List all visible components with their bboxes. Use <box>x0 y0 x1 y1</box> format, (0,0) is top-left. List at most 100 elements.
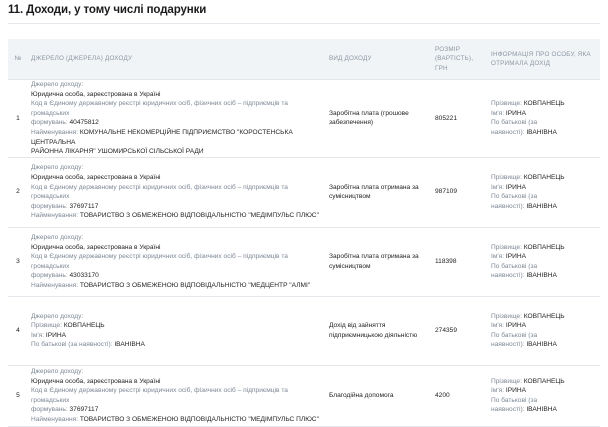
table-row: 4 Джерело доходу: Прізвище: КОВПАНЕЦЬ Ім… <box>8 296 600 366</box>
header-amount-l1: Розмір <box>435 45 461 53</box>
header-amount-l2: (вартість), <box>435 55 474 63</box>
declaration-page: 11. Доходи, у тому числі подарунки № Дже… <box>0 0 608 427</box>
patronymic-label-l2: наявності): <box>491 341 525 349</box>
edrpou-code: 43033170 <box>69 272 99 280</box>
person-info: Прізвище: КОВПАНЕЦЬ Ім'я: ІРИНА По батьк… <box>488 157 600 228</box>
header-amount: Розмір (вартість), грн <box>432 39 488 80</box>
name-label: Найменування: <box>31 415 79 423</box>
legal-entity-text: Юридична особа, зареєстрована в Україні <box>31 243 161 251</box>
person-info: Прізвище: КОВПАНЕЦЬ Ім'я: ІРИНА По батьк… <box>488 79 600 158</box>
person-patronymic: ІВАНІВНА <box>526 128 557 136</box>
name-label: Найменування: <box>31 128 79 136</box>
person-patronymic: ІВАНІВНА <box>526 406 557 414</box>
income-type: Дохід від зайняття підприємницькою діяль… <box>326 296 432 366</box>
entity-name-cont: РАЙОННА ЛІКАРНЯ" УШОМИРСЬКОЇ СІЛЬСЬКОЇ Р… <box>31 148 204 156</box>
income-type-l2: забезпечення) <box>329 119 374 127</box>
patronymic-label-l1: По батькові (за <box>491 262 538 270</box>
entity-name: ТОВАРИСТВО З ОБМЕЖЕНОЮ ВІДПОВІДАЛЬНІСТЮ … <box>79 415 319 423</box>
first-name-label: Ім'я: <box>491 387 505 395</box>
name-label: Найменування: <box>31 281 79 289</box>
row-num: 1 <box>8 79 28 158</box>
surname-label: Прізвище: <box>491 377 522 385</box>
first-name-label: Ім'я: <box>491 109 505 117</box>
patronymic-label-l2: наявності): <box>491 272 525 280</box>
edrpou-label: Код в Єдиному державному реєстрі юридичн… <box>31 387 288 404</box>
income-amount: 274359 <box>432 296 488 366</box>
entity-name: ТОВАРИСТВО З ОБМЕЖЕНОЮ ВІДПОВІДАЛЬНІСТЮ … <box>79 212 319 220</box>
income-type: Заробітна плата (грошове забезпечення) <box>326 79 432 158</box>
surname-label: Прізвище: <box>491 100 522 108</box>
surname-label: Прізвище: <box>491 312 522 320</box>
income-type-l1: Благодійна допомога <box>329 391 394 399</box>
source-label: Джерело доходу: <box>31 312 84 320</box>
table-row: 1 Джерело доходу: Юридична особа, зареєс… <box>8 79 600 158</box>
income-source: Джерело доходу: Юридична особа, зареєстр… <box>28 227 326 297</box>
income-type-l2: сумісництвом <box>329 262 371 270</box>
header-type: Вид доходу <box>326 39 432 80</box>
legal-entity-text: Юридична особа, зареєстрована в Україні <box>31 377 161 385</box>
source-surname: КОВПАНЕЦЬ <box>63 322 105 330</box>
income-source: Джерело доходу: Юридична особа, зареєстр… <box>28 157 326 228</box>
person-surname: КОВПАНЕЦЬ <box>523 100 565 108</box>
person-surname: КОВПАНЕЦЬ <box>523 312 565 320</box>
patronymic-label-l2: наявності): <box>491 406 525 414</box>
row-num: 5 <box>8 365 28 427</box>
source-surname-label: Прізвище: <box>31 322 62 330</box>
person-surname: КОВПАНЕЦЬ <box>523 377 565 385</box>
edrpou-label-end: формувань: <box>31 119 68 127</box>
person-first-name: ІРИНА <box>505 109 527 117</box>
income-type: Благодійна допомога <box>326 365 432 427</box>
source-label: Джерело доходу: <box>31 164 84 172</box>
income-amount: 4200 <box>432 365 488 427</box>
source-patronymic: ІВАНІВНА <box>114 341 145 349</box>
header-amount-l3: грн <box>435 64 448 72</box>
header-person-l2: отримала дохід <box>491 60 551 67</box>
edrpou-label: Код в Єдиному державному реєстрі юридичн… <box>31 253 288 270</box>
table-header: № Джерело (джерела) доходу Вид доходу Ро… <box>8 39 600 80</box>
source-patronymic-label: По батькові (за наявності): <box>31 341 113 349</box>
edrpou-label: Код в Єдиному державному реєстрі юридичн… <box>31 100 288 117</box>
source-first-name-label: Ім'я: <box>31 331 45 339</box>
first-name-label: Ім'я: <box>491 183 505 191</box>
person-first-name: ІРИНА <box>505 322 527 330</box>
row-num: 3 <box>8 227 28 297</box>
income-type: Заробітна плата отримана за сумісництвом <box>326 157 432 228</box>
edrpou-label: Код в Єдиному державному реєстрі юридичн… <box>31 183 288 201</box>
section-title: 11. Доходи, у тому числі подарунки <box>8 4 207 16</box>
header-num: № <box>8 39 28 80</box>
income-source: Джерело доходу: Юридична особа, зареєстр… <box>28 365 326 427</box>
entity-name: ТОВАРИСТВО З ОБМЕЖЕНОЮ ВІДПОВІДАЛЬНІСТЮ … <box>79 281 311 289</box>
income-type-l2: сумісництвом <box>329 193 371 201</box>
patronymic-label-l2: наявності): <box>491 128 525 136</box>
row-num: 4 <box>8 296 28 366</box>
person-info: Прізвище: КОВПАНЕЦЬ Ім'я: ІРИНА По батьк… <box>488 227 600 297</box>
person-first-name: ІРИНА <box>505 253 527 261</box>
income-amount: 805221 <box>432 79 488 158</box>
surname-label: Прізвище: <box>491 243 522 251</box>
income-type-l1: Заробітна плата отримана за <box>329 183 419 191</box>
legal-entity-text: Юридична особа, зареєстрована в Україні <box>31 174 161 182</box>
source-first-name: ІРИНА <box>45 331 67 339</box>
source-label: Джерело доходу: <box>31 81 84 88</box>
edrpou-code: 40475812 <box>69 119 99 127</box>
patronymic-label-l2: наявності): <box>491 202 525 210</box>
person-info: Прізвище: КОВПАНЕЦЬ Ім'я: ІРИНА По батьк… <box>488 296 600 366</box>
person-patronymic: ІВАНІВНА <box>526 272 557 280</box>
edrpou-label-end: формувань: <box>31 406 68 414</box>
edrpou-code: 37697117 <box>69 202 99 210</box>
patronymic-label-l1: По батькові (за <box>491 331 538 339</box>
edrpou-label-end: формувань: <box>31 272 68 280</box>
person-info: Прізвище: КОВПАНЕЦЬ Ім'я: ІРИНА По батьк… <box>488 365 600 427</box>
person-surname: КОВПАНЕЦЬ <box>523 243 565 251</box>
person-patronymic: ІВАНІВНА <box>526 202 557 210</box>
first-name-label: Ім'я: <box>491 253 505 261</box>
income-type: Заробітна плата отримана за сумісництвом <box>326 227 432 297</box>
income-type-l1: Дохід від зайняття <box>329 322 386 330</box>
patronymic-label-l1: По батькові (за <box>491 396 538 404</box>
person-first-name: ІРИНА <box>505 183 527 191</box>
table-row: 2 Джерело доходу: Юридична особа, зареєс… <box>8 157 600 228</box>
income-type-l2: підприємницькою діяльністю <box>329 331 418 339</box>
income-amount: 987109 <box>432 157 488 228</box>
header-person: Інформація про особу, яка отримала дохід <box>488 39 600 80</box>
first-name-label: Ім'я: <box>491 322 505 330</box>
